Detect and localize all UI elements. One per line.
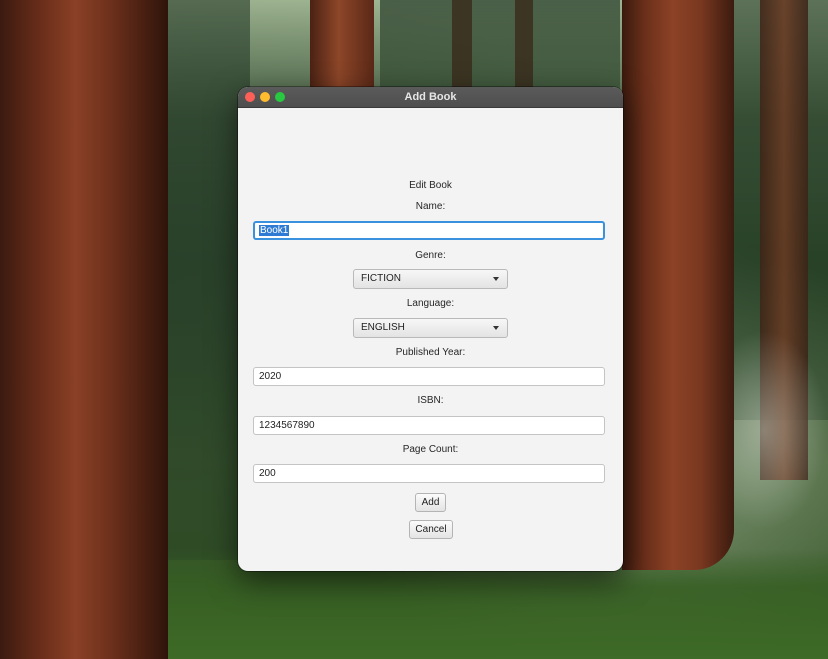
cancel-button[interactable]: Cancel (409, 520, 453, 539)
tree-trunk (515, 0, 533, 90)
language-select[interactable]: ENGLISH (353, 318, 508, 338)
desktop-background: Add Book Edit Book Name: Book1 Genre: FI… (0, 0, 828, 659)
name-label: Name: (415, 201, 446, 212)
form-heading: Edit Book (409, 180, 452, 191)
language-select-value: ENGLISH (361, 322, 405, 333)
language-label: Language: (406, 298, 455, 309)
tree-trunk (622, 0, 734, 570)
published-year-label: Published Year: (395, 347, 466, 358)
add-book-window: Add Book Edit Book Name: Book1 Genre: FI… (238, 87, 623, 571)
name-input-value: Book1 (259, 225, 290, 236)
chevron-down-icon (493, 277, 499, 281)
genre-select-value: FICTION (361, 273, 401, 284)
add-button[interactable]: Add (415, 493, 446, 512)
published-year-input[interactable]: 2020 (253, 367, 605, 386)
window-title: Add Book (404, 91, 457, 103)
tree-trunk (452, 0, 472, 90)
tree-trunk (0, 0, 168, 659)
isbn-label: ISBN: (417, 395, 444, 406)
name-input[interactable]: Book1 (253, 221, 605, 240)
page-count-input[interactable]: 200 (253, 464, 605, 483)
forest-shadow (160, 0, 250, 560)
page-count-label: Page Count: (402, 444, 459, 455)
genre-select[interactable]: FICTION (353, 269, 508, 289)
form-content: Edit Book Name: Book1 Genre: FICTION Lan… (238, 108, 623, 571)
chevron-down-icon (493, 326, 499, 330)
title-bar[interactable]: Add Book (238, 87, 623, 108)
isbn-input[interactable]: 1234567890 (253, 416, 605, 435)
tree-trunk (310, 0, 374, 90)
genre-label: Genre: (415, 250, 446, 261)
forest-canopy (380, 0, 620, 95)
